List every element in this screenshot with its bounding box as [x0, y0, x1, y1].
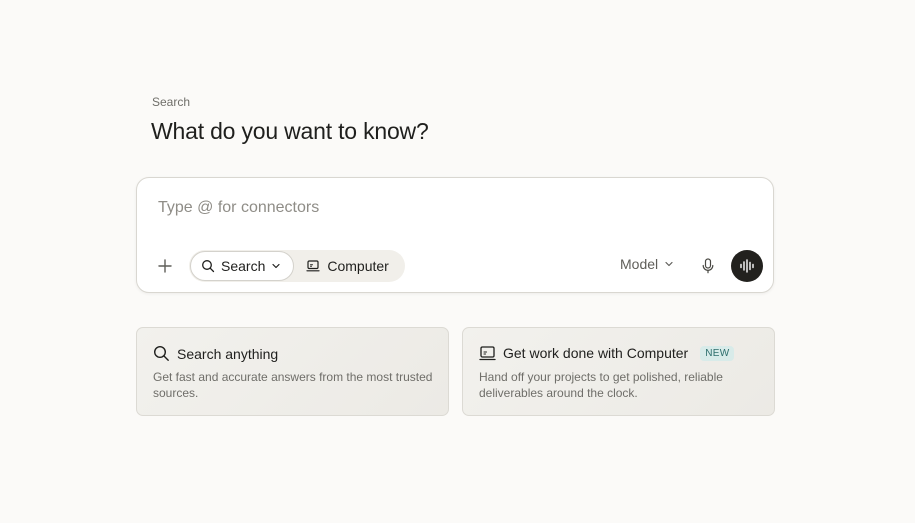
- mode-computer-label: Computer: [327, 258, 389, 274]
- search-icon: [201, 259, 215, 273]
- chevron-down-icon: [664, 259, 674, 269]
- audio-waveform-icon: [739, 259, 755, 273]
- computer-icon: [306, 260, 320, 272]
- chevron-down-icon: [271, 261, 281, 271]
- query-input[interactable]: [156, 194, 720, 222]
- search-anything-card[interactable]: Search anything Get fast and accurate an…: [136, 327, 449, 416]
- plus-icon: [157, 258, 173, 274]
- microphone-icon: [701, 258, 715, 274]
- model-select[interactable]: Model: [620, 256, 674, 272]
- mode-toggle: Search Computer: [189, 250, 405, 282]
- card-description: Get fast and accurate answers from the m…: [153, 370, 433, 400]
- page-eyebrow: Search: [152, 95, 191, 109]
- page-title: What do you want to know?: [151, 118, 429, 144]
- card-title: Search anything: [177, 345, 279, 362]
- composer: Search Computer Model: [136, 177, 774, 293]
- mode-computer-button[interactable]: Computer: [294, 251, 400, 281]
- new-badge: NEW: [700, 345, 735, 361]
- dictate-button[interactable]: [697, 255, 719, 277]
- computer-card[interactable]: Get work done with Computer NEW Hand off…: [462, 327, 775, 416]
- card-description: Hand off your projects to get polished, …: [479, 370, 723, 400]
- voice-mode-button[interactable]: [731, 250, 763, 282]
- search-icon: [153, 345, 170, 362]
- attach-button[interactable]: [155, 256, 175, 276]
- model-select-label: Model: [620, 256, 659, 272]
- mode-search-button[interactable]: Search: [190, 251, 295, 281]
- mode-search-label: Search: [221, 258, 266, 274]
- computer-icon: [479, 345, 496, 361]
- card-title: Get work done with Computer: [503, 345, 689, 361]
